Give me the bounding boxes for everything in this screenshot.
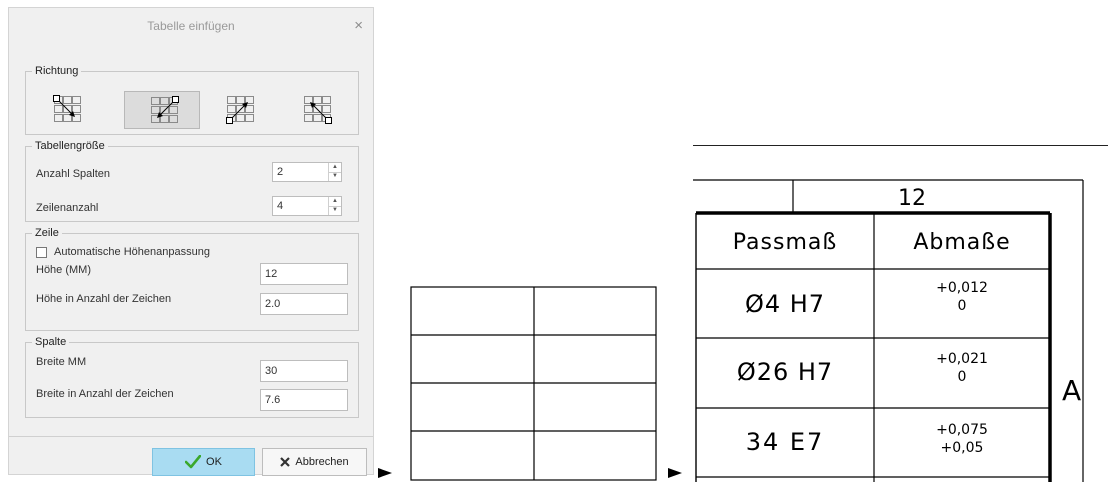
columns-stepper[interactable]: 2 ▲ ▼	[272, 162, 342, 182]
direction-up-right-icon	[226, 96, 254, 124]
arrow-right-icon	[668, 468, 682, 478]
column-group-label: Spalte	[35, 336, 67, 348]
header-abmasse: Abmaße	[913, 230, 1011, 255]
rows-stepper[interactable]: 4 ▲ ▼	[272, 196, 342, 216]
insert-table-dialog: Tabelle einfügen × Richtung Tabellengröß…	[8, 7, 374, 476]
upper-deviation-1: +0,012	[936, 280, 988, 296]
dialog-title: Tabelle einfügen	[147, 19, 235, 33]
ok-label: OK	[206, 456, 222, 468]
lower-deviation-3: +0,05	[940, 440, 984, 456]
fit-cell-3: 34 E7	[745, 428, 825, 456]
width-chars-field[interactable]: 7.6	[260, 389, 348, 411]
rows-label: Zeilenanzahl	[36, 202, 99, 214]
close-x-icon	[280, 457, 291, 467]
width-mm-label: Breite MM	[36, 356, 87, 368]
upper-deviation-3: +0,075	[936, 422, 988, 438]
auto-height-checkbox[interactable]	[36, 247, 47, 258]
top-dimension-label: 12	[898, 186, 926, 211]
ok-button[interactable]: OK	[152, 448, 255, 476]
direction-group-label: Richtung	[35, 65, 79, 77]
side-label-a: A	[1062, 374, 1082, 407]
height-chars-field[interactable]: 2.0	[260, 293, 348, 315]
rows-value: 4	[277, 200, 284, 212]
tolerance-table-drawing: 12 A Passmaß Abmaße Ø4 H7 +0,012 0 Ø26 H…	[688, 178, 1108, 482]
row-group: Zeile Automatische Höhenanpassung Höhe (…	[25, 227, 359, 331]
fit-cell-1: Ø4 H7	[744, 290, 826, 318]
upper-deviation-2: +0,021	[936, 351, 988, 367]
direction-down-right-icon	[53, 95, 81, 122]
height-mm-field[interactable]: 12	[260, 263, 348, 285]
table-size-group: Tabellengröße Anzahl Spalten 2 ▲ ▼ Zeile…	[25, 140, 359, 222]
chevron-down-icon[interactable]: ▼	[329, 206, 341, 215]
footer-divider	[9, 436, 373, 437]
tolerance-cell-2: +0,021 0	[874, 350, 1050, 386]
direction-down-left-button[interactable]	[124, 91, 200, 129]
dialog-titlebar[interactable]: Tabelle einfügen ×	[9, 8, 373, 44]
fit-cell-2: Ø26 H7	[736, 358, 834, 386]
rows-stepper-arrows: ▲ ▼	[328, 197, 341, 215]
width-chars-label: Breite in Anzahl der Zeichen	[36, 388, 174, 400]
empty-table-preview	[410, 286, 657, 481]
chevron-down-icon[interactable]: ▼	[329, 172, 341, 181]
tolerance-cell-1: +0,012 0	[874, 279, 1050, 315]
direction-up-left-button[interactable]	[278, 91, 354, 129]
direction-up-left-icon	[304, 96, 332, 124]
table-size-group-label: Tabellengröße	[35, 140, 105, 152]
row-group-label: Zeile	[35, 227, 59, 239]
drawing-border-line	[693, 145, 1108, 146]
direction-up-right-button[interactable]	[201, 91, 277, 129]
direction-down-right-button[interactable]	[28, 91, 104, 129]
columns-stepper-arrows: ▲ ▼	[328, 163, 341, 181]
close-icon[interactable]: ×	[354, 17, 363, 34]
header-passmass: Passmaß	[732, 230, 838, 255]
width-mm-field[interactable]: 30	[260, 360, 348, 382]
column-group: Spalte Breite MM 30 Breite in Anzahl der…	[25, 336, 359, 418]
lower-deviation-1: 0	[957, 298, 967, 314]
height-chars-label: Höhe in Anzahl der Zeichen	[36, 293, 172, 305]
direction-group: Richtung	[25, 65, 359, 135]
cancel-button[interactable]: Abbrechen	[262, 448, 367, 476]
checkmark-icon	[185, 455, 202, 469]
columns-label: Anzahl Spalten	[36, 168, 110, 180]
columns-value: 2	[277, 166, 284, 178]
lower-deviation-2: 0	[957, 369, 967, 385]
tolerance-cell-3: +0,075 +0,05	[874, 421, 1050, 457]
direction-down-left-icon	[151, 96, 179, 123]
arrow-right-icon	[378, 468, 392, 478]
auto-height-label: Automatische Höhenanpassung	[54, 246, 210, 258]
cancel-label: Abbrechen	[295, 456, 349, 468]
height-mm-label: Höhe (MM)	[36, 264, 92, 276]
